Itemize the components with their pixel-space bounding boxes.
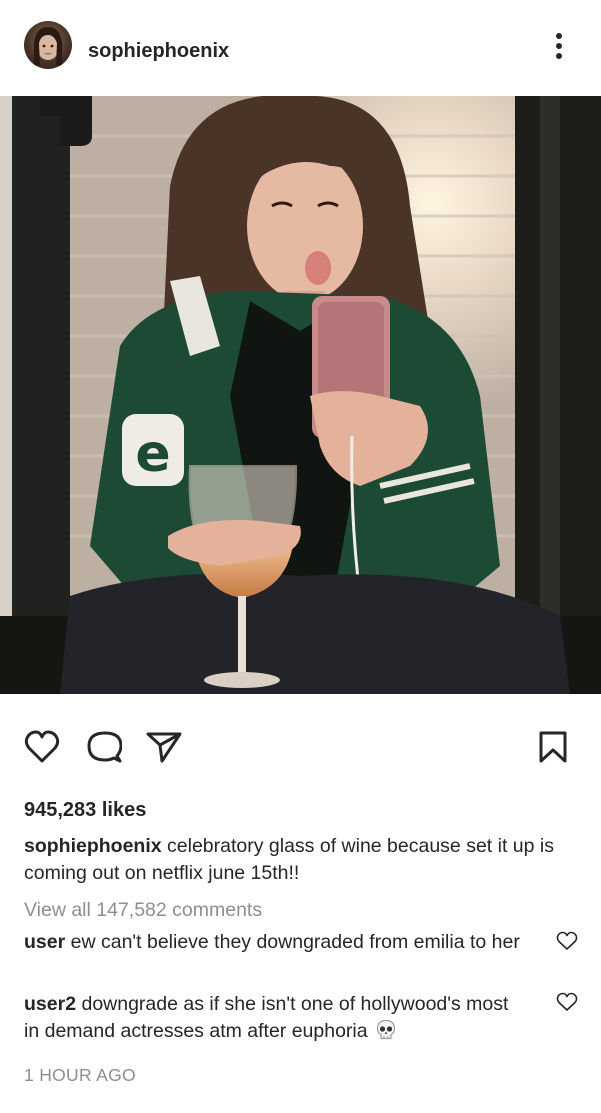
more-options-button[interactable] bbox=[546, 30, 572, 62]
comment-item: user ew can't believe they downgraded fr… bbox=[24, 929, 524, 956]
post-username[interactable]: sophiephoenix bbox=[88, 38, 229, 64]
post-header: sophiephoenix bbox=[0, 0, 601, 96]
comment-text: ew can't believe they downgraded from em… bbox=[70, 931, 520, 953]
instagram-post: sophiephoenix e 945,283 likes sophiephoe… bbox=[0, 0, 601, 1113]
svg-text:e: e bbox=[135, 424, 170, 484]
like-button[interactable] bbox=[24, 730, 60, 764]
paper-plane-icon bbox=[146, 732, 182, 763]
avatar[interactable] bbox=[24, 21, 72, 69]
post-timestamp: 1 HOUR AGO bbox=[24, 1065, 136, 1085]
bookmark-icon bbox=[539, 731, 567, 763]
post-caption: sophiephoenix celebratory glass of wine … bbox=[24, 833, 574, 887]
view-all-comments-link[interactable]: View all 147,582 comments bbox=[24, 897, 262, 924]
comment-username[interactable]: user2 bbox=[24, 993, 76, 1015]
skull-icon bbox=[375, 1019, 397, 1049]
comment-item: user2 downgrade as if she isn't one of h… bbox=[24, 991, 524, 1049]
likes-count[interactable]: 945,283 likes bbox=[24, 797, 146, 823]
more-vertical-icon bbox=[556, 33, 562, 59]
comment-text: downgrade as if she isn't one of hollywo… bbox=[24, 993, 509, 1042]
comment-username[interactable]: user bbox=[24, 931, 65, 953]
comment-like-button[interactable] bbox=[556, 992, 578, 1012]
comment-button[interactable] bbox=[86, 730, 122, 764]
comment-bubble-icon bbox=[87, 731, 122, 763]
heart-icon bbox=[556, 931, 578, 950]
post-actions bbox=[0, 722, 601, 774]
save-button[interactable] bbox=[538, 730, 568, 764]
share-button[interactable] bbox=[146, 730, 182, 764]
heart-icon bbox=[556, 992, 578, 1011]
heart-icon bbox=[24, 730, 60, 763]
comment-like-button[interactable] bbox=[556, 931, 578, 951]
caption-username[interactable]: sophiephoenix bbox=[24, 835, 162, 857]
post-photo[interactable]: e bbox=[0, 96, 601, 694]
